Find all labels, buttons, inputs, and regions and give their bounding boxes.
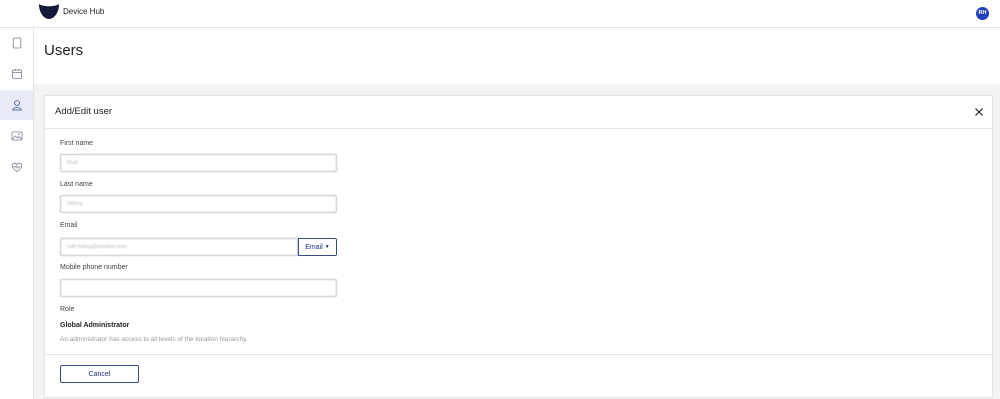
tablet-icon — [12, 37, 21, 49]
role-value: Global Administrator — [60, 322, 130, 329]
close-icon[interactable] — [973, 106, 985, 118]
last-name-label: Last name — [60, 181, 93, 188]
email-type-dropdown[interactable]: Email ▼ — [298, 238, 337, 256]
first-name-field[interactable] — [60, 154, 337, 172]
add-edit-user-dialog: Add/Edit user First name Last name Email… — [44, 95, 993, 398]
last-name-field[interactable] — [60, 195, 337, 213]
top-bar: Device Hub RH — [0, 0, 1000, 28]
sidebar-item-schedule[interactable] — [0, 59, 33, 89]
calendar-icon — [11, 69, 22, 79]
cancel-button[interactable]: Cancel — [60, 365, 139, 383]
user-avatar[interactable]: RH — [976, 7, 989, 20]
sidebar-item-health[interactable] — [0, 152, 33, 182]
app-title: Device Hub — [63, 7, 105, 16]
user-icon — [11, 100, 22, 111]
email-field[interactable] — [60, 238, 298, 256]
sidebar — [0, 28, 34, 399]
caret-down-icon: ▼ — [324, 244, 330, 250]
sidebar-item-media[interactable] — [0, 121, 33, 151]
first-name-label: First name — [60, 140, 94, 147]
page-header: Users — [34, 28, 1000, 84]
device-hub-logo[interactable] — [38, 3, 60, 20]
mobile-phone-label: Mobile phone number — [60, 264, 128, 271]
mobile-phone-field[interactable] — [60, 279, 337, 297]
role-label: Role — [60, 306, 75, 313]
dialog-title: Add/Edit user — [55, 106, 113, 117]
image-icon — [11, 131, 22, 141]
email-label: Email — [60, 222, 78, 229]
email-type-label: Email — [305, 243, 323, 251]
sidebar-item-users[interactable] — [0, 90, 33, 120]
dialog-header: Add/Edit user — [45, 96, 992, 129]
role-description: An administrator has access to all level… — [60, 336, 248, 343]
sidebar-item-devices[interactable] — [0, 28, 33, 58]
heart-pulse-icon — [11, 162, 22, 172]
page-title: Users — [44, 42, 84, 59]
dialog-footer-divider — [45, 354, 992, 355]
